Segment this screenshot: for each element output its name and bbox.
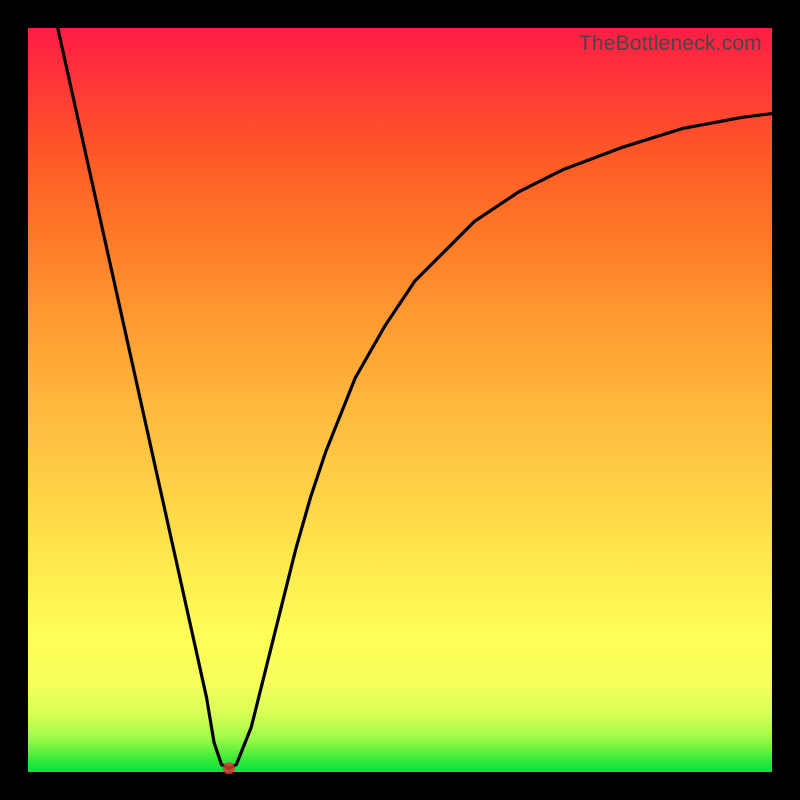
chart-svg [28,28,772,772]
minimum-point-marker [223,762,235,774]
chart-plot-area: TheBottleneck.com [28,28,772,772]
chart-frame: TheBottleneck.com [0,0,800,800]
bottleneck-curve [58,28,772,768]
